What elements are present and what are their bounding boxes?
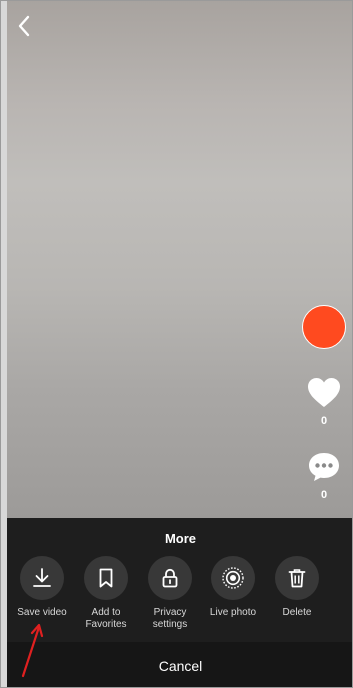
add-to-favorites-label-line-1: Add to <box>91 607 121 618</box>
back-button[interactable] <box>13 13 35 39</box>
live-photo-icon <box>222 567 244 589</box>
privacy-settings-label: Privacy settings <box>140 607 200 631</box>
sheet-title: More <box>164 531 197 546</box>
live-photo-circle <box>211 556 255 600</box>
privacy-settings-button[interactable]: Privacy settings <box>140 556 200 631</box>
privacy-settings-label-line-1: Privacy <box>153 607 187 618</box>
delete-circle <box>275 556 319 600</box>
app-frame: 0 0 More Save video Add to Favorites Pri… <box>0 0 353 688</box>
annotation-arrow-icon <box>21 623 44 678</box>
like-count: 0 <box>320 415 328 427</box>
favorites-circle <box>84 556 128 600</box>
download-icon <box>33 568 51 587</box>
privacy-settings-label-line-2: settings <box>152 619 188 630</box>
creator-avatar[interactable] <box>302 305 346 349</box>
add-to-favorites-label: Add to Favorites <box>76 607 136 631</box>
save-video-label: Save video <box>17 607 67 618</box>
more-options-sheet: More Save video Add to Favorites Privacy… <box>7 518 352 687</box>
live-photo-button[interactable]: Live photo <box>203 556 263 619</box>
cancel-button[interactable]: Cancel <box>7 642 352 687</box>
delete-label: Delete <box>282 607 312 618</box>
save-video-circle <box>20 556 64 600</box>
save-video-button[interactable]: Save video <box>12 556 72 619</box>
trash-icon <box>288 569 306 588</box>
add-to-favorites-button[interactable]: Add to Favorites <box>76 556 136 631</box>
lock-icon <box>162 568 178 588</box>
heart-icon <box>308 378 340 407</box>
privacy-circle <box>148 556 192 600</box>
bookmark-icon <box>99 568 113 588</box>
live-photo-label: Live photo <box>209 607 257 618</box>
comment-icon <box>309 453 339 481</box>
comment-button[interactable]: 0 <box>304 451 344 501</box>
chevron-left-icon <box>18 15 30 37</box>
add-to-favorites-label-line-2: Favorites <box>85 619 127 630</box>
like-button[interactable]: 0 <box>304 377 344 427</box>
delete-button[interactable]: Delete <box>267 556 327 619</box>
video-player[interactable] <box>7 1 352 521</box>
comment-count: 0 <box>320 489 328 501</box>
